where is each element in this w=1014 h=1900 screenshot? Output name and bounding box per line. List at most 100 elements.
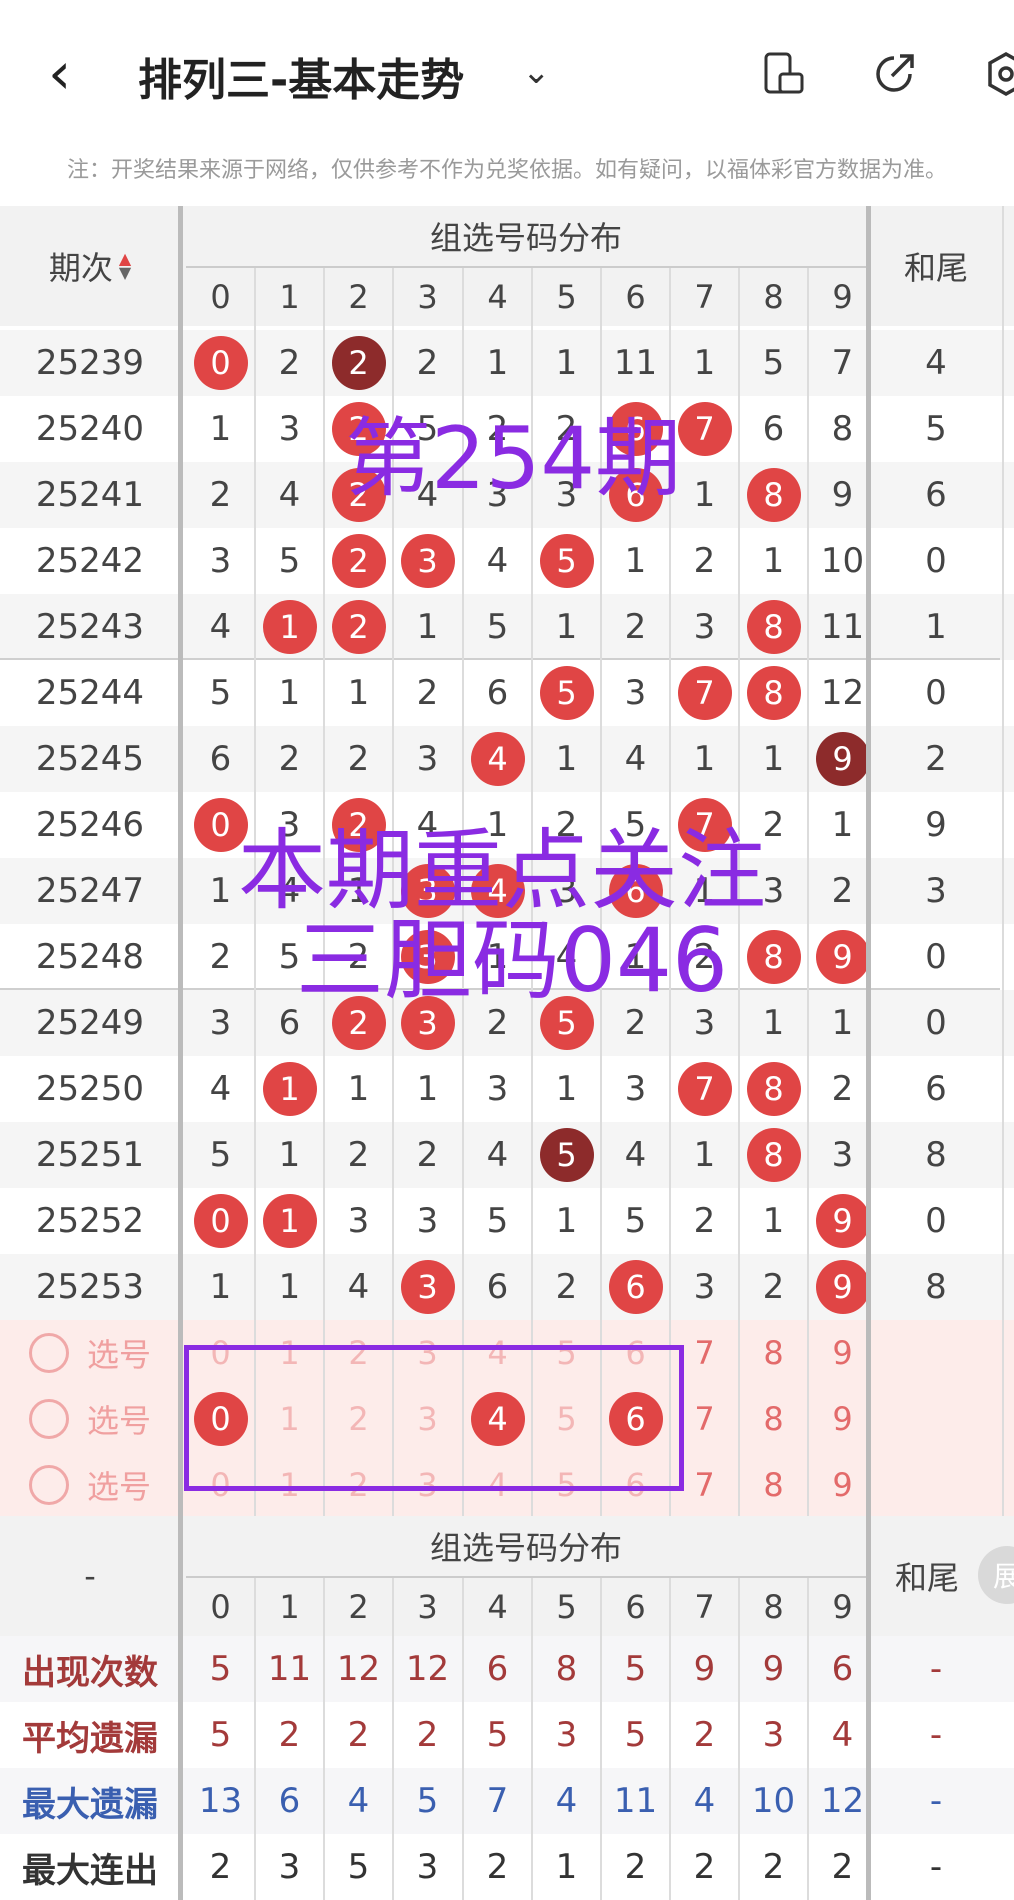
stats-value: 5 <box>209 1715 232 1755</box>
back-button[interactable]: ‹ <box>48 44 71 102</box>
pick-digit[interactable]: 6 <box>601 1386 670 1452</box>
number-ball: 6 <box>608 864 663 918</box>
pick-digit[interactable]: 8 <box>739 1320 808 1386</box>
digit-cell: 6 <box>278 1003 301 1043</box>
digit-cell: 8 <box>739 1122 808 1188</box>
pick-digit[interactable]: 2 <box>324 1320 393 1386</box>
page-title[interactable]: 排列三-基本走势 <box>138 44 464 108</box>
digit-cell: 4 <box>463 726 532 792</box>
pick-digit[interactable]: 0 <box>186 1320 255 1386</box>
stats-value: 4 <box>555 1781 578 1821</box>
col-separator <box>866 1516 871 1900</box>
radio-circle-icon[interactable] <box>28 1465 69 1505</box>
digit-cell: 1 <box>555 1069 578 1109</box>
table-row: 25242 3 5 2 3 4 5 1 2 1 10 0 <box>0 528 1014 594</box>
digit-cell: 1 <box>693 871 716 911</box>
pick-digit[interactable]: 7 <box>670 1452 739 1518</box>
pick-digit[interactable]: 2 <box>324 1452 393 1518</box>
digit-cell: 3 <box>624 673 647 713</box>
number-ball: 5 <box>539 666 594 720</box>
pick-digit[interactable]: 3 <box>393 1452 462 1518</box>
header-issue[interactable]: 期次 ▲ ▼ <box>0 206 180 326</box>
issue-header-label: 期次 <box>48 249 113 287</box>
stats-value: 6 <box>278 1781 301 1821</box>
issue-number: 25249 <box>35 1003 145 1043</box>
sort-arrows-icon[interactable]: ▲ ▼ <box>119 251 131 281</box>
pick-control[interactable]: 选号 <box>0 1386 180 1452</box>
digit-cell: 1 <box>624 937 647 977</box>
share-icon[interactable] <box>870 50 918 98</box>
pick-digit[interactable]: 7 <box>670 1386 739 1452</box>
pick-digit[interactable]: 1 <box>255 1320 324 1386</box>
table-row: 25253 1 1 4 3 6 2 6 3 2 9 8 <box>0 1254 1014 1320</box>
digit-cell: 3 <box>393 858 462 924</box>
pick-digit[interactable]: 0 <box>186 1452 255 1518</box>
chevron-down-icon[interactable]: ⌄ <box>522 52 551 92</box>
selected-ball[interactable]: 6 <box>608 1392 663 1446</box>
pick-control[interactable]: 选号 <box>0 1452 180 1518</box>
phone-layout-icon[interactable] <box>760 50 808 98</box>
pick-digit[interactable]: 7 <box>670 1320 739 1386</box>
stats-header-digit: 8 <box>763 1588 784 1626</box>
pick-digit[interactable]: 0 <box>186 1386 255 1452</box>
pick-digit[interactable]: 5 <box>532 1386 601 1452</box>
digit-cell: 2 <box>693 1201 716 1241</box>
pick-digit[interactable]: 6 <box>601 1452 670 1518</box>
pick-digit[interactable]: 4 <box>463 1386 532 1452</box>
pick-digit[interactable]: 1 <box>255 1386 324 1452</box>
tail-cell: 3 <box>925 871 947 911</box>
table-row: 25248 2 5 2 3 1 4 1 2 8 9 0 <box>0 924 1014 990</box>
disclaimer-note: 注：开奖结果来源于网络，仅供参考不作为兑奖依据。如有疑问，以福体彩官方数据为准。 <box>0 150 1014 206</box>
header-digit: 1 <box>279 278 300 316</box>
stats-value: 4 <box>693 1781 716 1821</box>
digit-cell: 2 <box>486 409 509 449</box>
digit-cell: 0 <box>186 1188 255 1254</box>
col-line <box>392 1578 394 1900</box>
col-line <box>392 268 394 1518</box>
digit-cell: 2 <box>762 805 785 845</box>
digit-cell: 3 <box>555 475 578 515</box>
digit-cell: 2 <box>347 739 370 779</box>
pick-digit[interactable]: 2 <box>324 1386 393 1452</box>
stats-value: 9 <box>762 1649 785 1689</box>
digit-cell: 1 <box>762 739 785 779</box>
digit-cell: 5 <box>486 1201 509 1241</box>
digit-cell: 3 <box>416 739 439 779</box>
pick-digit[interactable]: 1 <box>255 1452 324 1518</box>
col-line <box>531 1578 533 1900</box>
pick-row: 选号 0 1 2 3 4 5 6 7 8 9 <box>0 1452 1014 1518</box>
digit-cell: 1 <box>416 1069 439 1109</box>
table-row: 25241 2 4 2 4 3 3 6 1 8 9 6 <box>0 462 1014 528</box>
radio-circle-icon[interactable] <box>28 1333 69 1373</box>
pick-digit[interactable]: 8 <box>739 1452 808 1518</box>
pick-digit[interactable]: 5 <box>532 1320 601 1386</box>
stats-header-digit: 7 <box>694 1588 715 1626</box>
radio-circle-icon[interactable] <box>28 1399 69 1439</box>
digit-cell: 2 <box>555 1267 578 1307</box>
digit-cell: 3 <box>278 805 301 845</box>
pick-digit[interactable]: 4 <box>463 1320 532 1386</box>
digit-cell: 2 <box>416 343 439 383</box>
settings-icon[interactable] <box>982 50 1014 98</box>
pick-control[interactable]: 选号 <box>0 1320 180 1386</box>
pick-digit[interactable]: 3 <box>393 1320 462 1386</box>
stats-header-digit: 3 <box>417 1588 438 1626</box>
number-ball: 8 <box>746 1062 801 1116</box>
pick-digit[interactable]: 3 <box>393 1386 462 1452</box>
stats-label: 平均遗漏 <box>22 1718 158 1759</box>
number-ball: 7 <box>677 1062 732 1116</box>
pick-digit[interactable]: 4 <box>463 1452 532 1518</box>
digit-cell: 3 <box>393 924 462 990</box>
selected-ball[interactable]: 0 <box>193 1392 248 1446</box>
pick-digit[interactable]: 8 <box>739 1386 808 1452</box>
table-row: 25252 0 1 3 3 5 1 5 2 1 9 0 <box>0 1188 1014 1254</box>
stats-value: 8 <box>555 1649 578 1689</box>
digit-cell: 6 <box>601 396 670 462</box>
selected-ball[interactable]: 4 <box>470 1392 525 1446</box>
stats-tail: - <box>929 1781 943 1821</box>
pick-digit[interactable]: 5 <box>532 1452 601 1518</box>
digit-cell: 1 <box>255 1188 324 1254</box>
digit-cell: 5 <box>278 937 301 977</box>
number-ball: 1 <box>262 1062 317 1116</box>
pick-digit[interactable]: 6 <box>601 1320 670 1386</box>
